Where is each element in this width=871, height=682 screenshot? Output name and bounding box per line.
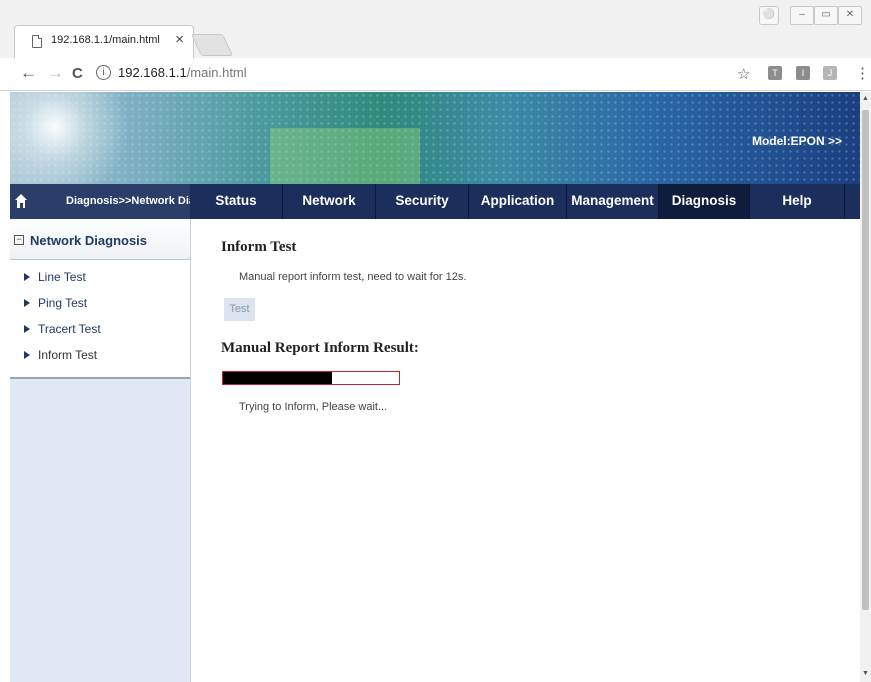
banner-pattern [10,92,860,184]
star-icon[interactable]: ☆ [737,65,750,83]
address-host: 192.168.1.1 [118,65,187,80]
new-tab-button[interactable] [190,34,234,56]
sidebar-panel: − Network Diagnosis Line Test Ping Test … [10,219,190,379]
sidebar-section-header[interactable]: − Network Diagnosis [10,219,190,260]
address-bar[interactable]: 192.168.1.1/main.html [118,65,247,80]
page-scrollbar[interactable]: ▲ ▼ [860,92,871,682]
inform-progress-bar [222,371,400,385]
tab-help[interactable]: Help [750,184,845,219]
browser-menu-icon[interactable]: ⋮ [855,64,870,82]
tab-network[interactable]: Network [283,184,376,219]
sidebar-item-label: Ping Test [38,296,88,310]
back-icon[interactable]: ← [20,63,37,83]
page-title: Inform Test [221,239,297,255]
browser-tab[interactable]: 192.168.1.1/main.html × [14,25,194,59]
result-title: Manual Report Inform Result: [221,340,419,356]
status-text: Trying to Inform, Please wait... [239,401,388,413]
home-icon[interactable] [14,193,28,209]
sidebar-item-label: Line Test [38,270,86,284]
sidebar: − Network Diagnosis Line Test Ping Test … [10,219,191,682]
page-description: Manual report inform test, need to wait … [239,271,467,283]
arrow-right-icon [24,299,30,307]
test-button[interactable]: Test [224,298,255,321]
breadcrumb: Diagnosis>>Network Diagnosis [10,184,190,219]
sidebar-item-inform-test[interactable]: Inform Test [24,348,97,362]
arrow-right-icon [24,325,30,333]
info-icon[interactable]: i [96,65,111,80]
sidebar-item-tracert-test[interactable]: Tracert Test [24,322,101,336]
sidebar-item-label: Tracert Test [38,322,101,336]
scroll-down-icon[interactable]: ▼ [862,670,869,677]
header-banner: Model:EPON >> [10,92,860,184]
sidebar-item-line-test[interactable]: Line Test [24,270,86,284]
tab-application[interactable]: Application [469,184,567,219]
breadcrumb-text: Diagnosis>>Network Diagnosis [66,195,190,207]
tab-security[interactable]: Security [376,184,469,219]
scroll-thumb[interactable] [862,110,869,610]
extension-icon[interactable]: I [796,66,810,80]
reload-icon[interactable]: C [72,65,83,82]
model-label[interactable]: Model:EPON >> [752,134,842,148]
banner-glow [10,92,130,184]
arrow-right-icon [24,273,30,281]
tab-management[interactable]: Management [567,184,659,219]
tab-diagnosis[interactable]: Diagnosis [659,184,750,219]
sidebar-item-ping-test[interactable]: Ping Test [24,296,87,310]
maximize-button[interactable]: ▭ [814,6,838,25]
browser-toolbar: ← → C i 192.168.1.1/main.html ☆ T I J ⋮ [0,58,871,91]
sidebar-item-label: Inform Test [38,348,98,362]
progress-fill [223,372,333,384]
tab-title: 192.168.1.1/main.html [51,34,160,46]
close-window-button[interactable]: ✕ [838,6,862,25]
minus-box-icon[interactable]: − [14,235,24,245]
profile-icon[interactable]: ⚪ [759,6,779,25]
forward-icon[interactable]: → [47,63,64,83]
address-path: /main.html [186,65,247,80]
tab-close-icon[interactable]: × [175,31,184,48]
document-icon [32,35,42,48]
banner-tile [270,128,420,184]
sidebar-section-title: Network Diagnosis [30,233,148,248]
tab-status[interactable]: Status [190,184,283,219]
scroll-up-icon[interactable]: ▲ [862,95,869,102]
browser-tabstrip: 192.168.1.1/main.html × ⚪ ‒ ▭ ✕ [0,0,871,59]
main-navbar: Diagnosis>>Network Diagnosis Status Netw… [10,184,860,219]
extension-icon[interactable]: J [823,66,837,80]
extension-icon[interactable]: T [768,66,782,80]
main-content: Inform Test Manual report inform test, n… [191,219,860,682]
minimize-button[interactable]: ‒ [790,6,814,25]
arrow-right-icon [24,351,30,359]
